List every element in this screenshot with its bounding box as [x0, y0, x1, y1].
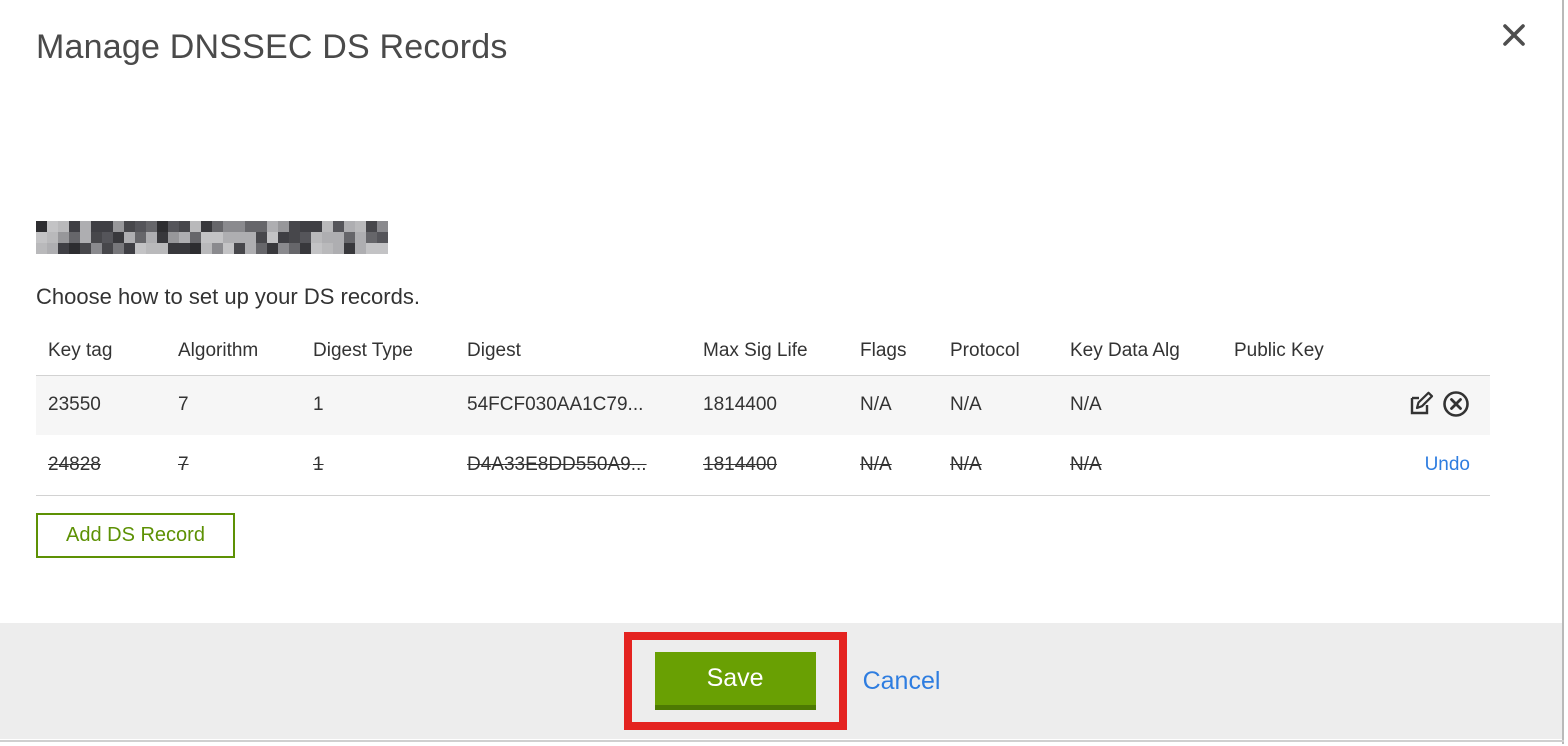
column-algorithm: Algorithm	[166, 328, 301, 376]
save-button[interactable]: Save	[654, 652, 816, 710]
cell-algorithm: 7	[178, 453, 189, 475]
close-icon	[1501, 22, 1527, 51]
cell-key-data-alg: N/A	[1070, 394, 1102, 416]
modal-right-border	[1562, 0, 1564, 744]
cell-digest-type: 1	[313, 453, 324, 475]
page-title: Manage DNSSEC DS Records	[36, 28, 508, 66]
cell-flags: N/A	[860, 394, 892, 416]
delete-record-button[interactable]	[1442, 390, 1470, 421]
edit-record-button[interactable]	[1407, 390, 1434, 420]
delete-icon	[1442, 390, 1470, 421]
cell-key-data-alg: N/A	[1070, 453, 1102, 475]
column-public-key: Public Key	[1222, 328, 1342, 376]
edit-icon	[1407, 391, 1434, 420]
column-key-data-alg: Key Data Alg	[1058, 328, 1222, 376]
column-max-sig-life: Max Sig Life	[691, 328, 848, 376]
ds-records-table: Key tag Algorithm Digest Type Digest Max…	[36, 328, 1490, 496]
cell-flags: N/A	[860, 453, 892, 475]
manage-dnssec-modal: Manage DNSSEC DS Records Choose how to s…	[0, 0, 1568, 746]
table-header-row: Key tag Algorithm Digest Type Digest Max…	[36, 328, 1490, 376]
modal-footer: Save Cancel	[0, 623, 1564, 739]
instruction-text: Choose how to set up your DS records.	[36, 284, 420, 309]
column-digest-type: Digest Type	[301, 328, 455, 376]
cell-key-tag: 24828	[48, 453, 101, 475]
cell-max-sig-life: 1814400	[703, 394, 777, 416]
column-key-tag: Key tag	[36, 328, 166, 376]
redacted-domain-name	[36, 221, 388, 254]
cell-digest: D4A33E8DD550A9...	[467, 453, 647, 475]
undo-link[interactable]: Undo	[1425, 454, 1470, 475]
column-digest: Digest	[455, 328, 691, 376]
cell-protocol: N/A	[950, 453, 982, 475]
add-ds-record-button[interactable]: Add DS Record	[36, 513, 235, 558]
close-button[interactable]	[1496, 18, 1532, 54]
red-highlight-annotation: Save	[623, 632, 847, 730]
cell-max-sig-life: 1814400	[703, 453, 777, 475]
cell-protocol: N/A	[950, 394, 982, 416]
cancel-link[interactable]: Cancel	[863, 667, 941, 696]
table-row-deleted: 24828 7 1 D4A33E8DD550A9... 1814400 N/A …	[36, 435, 1490, 496]
column-flags: Flags	[848, 328, 938, 376]
column-actions	[1342, 328, 1490, 376]
column-protocol: Protocol	[938, 328, 1058, 376]
cell-key-tag: 23550	[48, 394, 101, 416]
table-row: 23550 7 1 54FCF030AA1C79... 1814400 N/A …	[36, 375, 1490, 435]
cell-algorithm: 7	[178, 394, 189, 416]
cell-digest: 54FCF030AA1C79...	[467, 394, 644, 416]
modal-bottom-border	[0, 740, 1564, 742]
cell-digest-type: 1	[313, 394, 324, 416]
